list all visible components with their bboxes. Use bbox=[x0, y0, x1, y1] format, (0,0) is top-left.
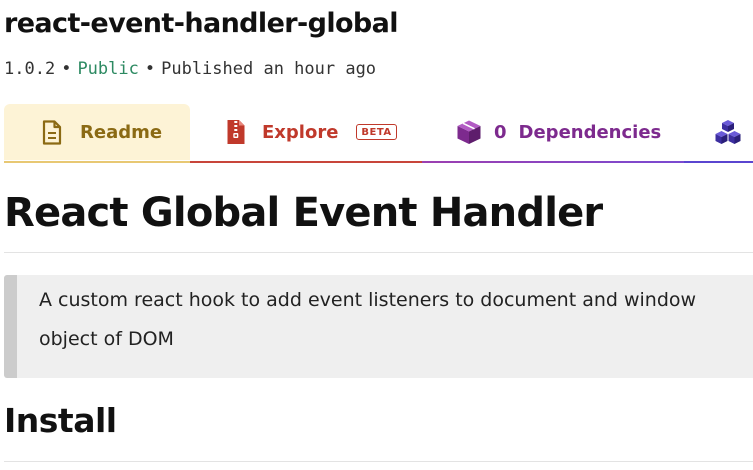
tab-underline bbox=[4, 161, 190, 163]
package-description: A custom react hook to add event listene… bbox=[39, 289, 697, 350]
package-version: 1.0.2 bbox=[4, 59, 56, 79]
tab-explore[interactable]: Explore BETA bbox=[190, 104, 422, 163]
tab-readme-label: Readme bbox=[80, 121, 163, 143]
readme-file-icon bbox=[42, 119, 62, 145]
beta-badge: BETA bbox=[356, 124, 397, 140]
readme-title: React Global Event Handler bbox=[4, 190, 603, 236]
published-time: Published an hour ago bbox=[161, 59, 377, 79]
meta-separator: • bbox=[144, 59, 156, 79]
tab-dependents[interactable] bbox=[684, 104, 753, 163]
tab-underline bbox=[684, 161, 753, 163]
package-page: react-event-handler-global 1.0.2 • Public •… bbox=[0, 0, 753, 470]
heading-divider bbox=[4, 252, 753, 253]
install-heading: Install bbox=[4, 401, 117, 440]
package-visibility: Public bbox=[77, 59, 139, 79]
boxes-icon bbox=[714, 119, 742, 145]
package-tabs: Readme Explore BETA 0 Dependencies bbox=[0, 104, 753, 163]
zip-file-icon bbox=[226, 119, 246, 145]
tab-underline bbox=[190, 161, 422, 163]
package-name: react-event-handler-global bbox=[4, 8, 399, 39]
tab-readme[interactable]: Readme bbox=[4, 104, 190, 163]
tab-underline bbox=[422, 161, 684, 163]
description-blockquote: A custom react hook to add event listene… bbox=[4, 275, 753, 378]
package-meta: 1.0.2 • Public • Published an hour ago bbox=[4, 59, 376, 79]
tab-explore-label: Explore bbox=[262, 121, 339, 143]
tab-dependencies[interactable]: 0 Dependencies bbox=[422, 104, 684, 163]
box-icon bbox=[456, 119, 482, 145]
tab-dependencies-label: Dependencies bbox=[518, 121, 662, 143]
heading-divider bbox=[4, 461, 753, 462]
meta-separator: • bbox=[61, 59, 72, 79]
dependencies-count: 0 bbox=[494, 121, 507, 143]
